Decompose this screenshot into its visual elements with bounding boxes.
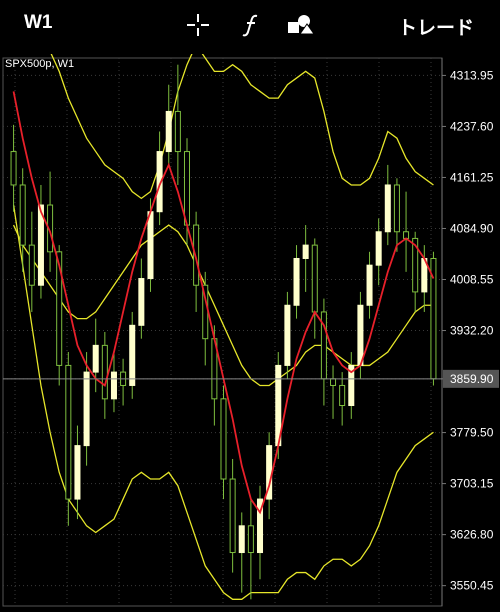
- candle-body: [375, 231, 382, 266]
- candle-body: [110, 371, 117, 400]
- tick-label: 4161.25: [450, 170, 494, 184]
- candle-body: [10, 151, 17, 186]
- candle-body: [101, 344, 108, 400]
- crosshair-icon[interactable]: [183, 10, 213, 40]
- trade-button[interactable]: トレード: [398, 13, 474, 40]
- candle-body: [92, 344, 99, 373]
- candle-body: [339, 384, 346, 407]
- tick-label: 4313.95: [450, 68, 494, 82]
- candle-body: [384, 184, 391, 233]
- timeframe-button[interactable]: W1: [24, 12, 53, 34]
- candle-body: [311, 244, 318, 313]
- tick-label: 3703.15: [450, 477, 494, 491]
- candle-body: [147, 211, 154, 280]
- candle-body: [302, 244, 309, 259]
- tick-label: 3550.45: [450, 579, 494, 593]
- objects-icon[interactable]: [286, 10, 316, 40]
- top-toolbar: W1 トレード: [0, 0, 500, 54]
- symbol-label: SPX500p, W1: [5, 58, 75, 70]
- candle-body: [247, 525, 254, 554]
- function-icon[interactable]: [237, 10, 267, 40]
- candle-body: [165, 110, 172, 153]
- candle-body: [293, 257, 300, 306]
- candle-body: [174, 110, 181, 153]
- tick-label: 4008.55: [450, 273, 494, 287]
- candle-body: [138, 278, 145, 326]
- candle-body: [229, 478, 236, 554]
- candle-body: [74, 445, 81, 500]
- tick-label: 3932.20: [450, 324, 494, 338]
- candle-body: [83, 371, 90, 447]
- candle-body: [330, 378, 337, 386]
- candle-body: [65, 364, 72, 500]
- candle-body: [183, 151, 190, 226]
- tick-label: 4084.90: [450, 221, 494, 235]
- plot-frame: [2, 57, 443, 607]
- tick-label: 3779.50: [450, 426, 494, 440]
- candle-body: [220, 398, 227, 480]
- candle-body: [28, 244, 35, 286]
- candle-body: [129, 324, 136, 386]
- tick-label: 4237.60: [450, 119, 494, 133]
- candle-body: [19, 184, 26, 246]
- candle-body: [238, 525, 245, 554]
- candle-body: [357, 304, 364, 366]
- price-chart[interactable]: 4313.95 4237.60 4161.25 4084.90 4008.55 3932.…: [0, 0, 500, 607]
- bands: [12, 0, 434, 600]
- candle-body: [366, 264, 373, 306]
- chart-svg[interactable]: 4313.95 4237.60 4161.25 4084.90 4008.55 3932.…: [0, 0, 500, 607]
- grid: [2, 57, 443, 607]
- tick-label: 3859.90: [450, 372, 494, 386]
- tick-label: 3626.80: [450, 528, 494, 542]
- candle-body: [284, 304, 291, 366]
- candle-body: [393, 184, 400, 233]
